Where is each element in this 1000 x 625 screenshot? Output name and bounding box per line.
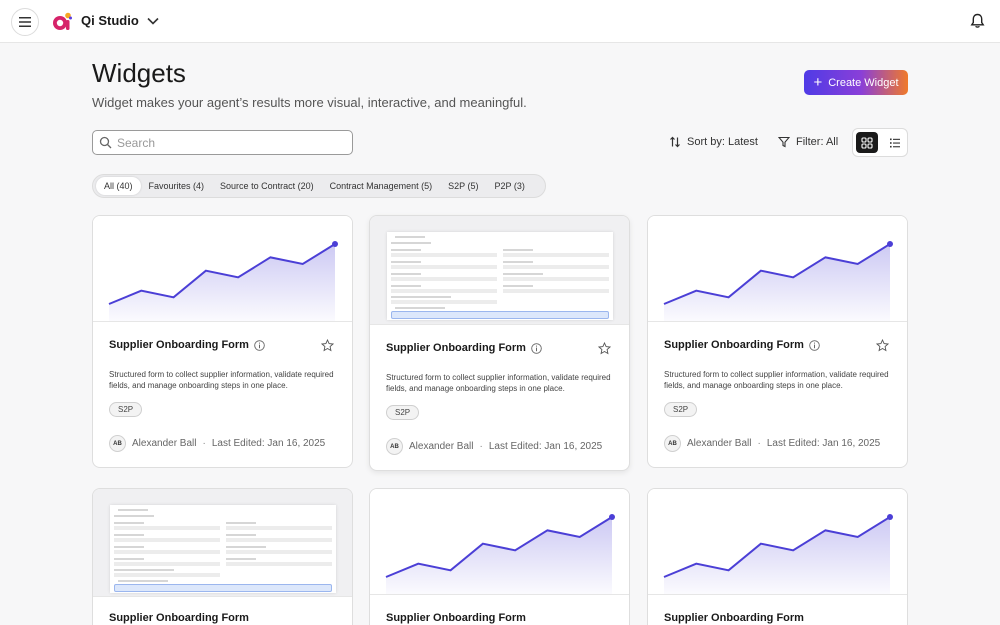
- widget-card[interactable]: Supplier Onboarding Form: [369, 488, 630, 625]
- author-name: Alexander Ball: [409, 441, 474, 452]
- card-title-text: Supplier Onboarding Form: [664, 612, 804, 624]
- chart-area-fill: [386, 517, 612, 594]
- separator-dot: ·: [757, 438, 761, 449]
- chevron-down-icon[interactable]: [146, 14, 160, 28]
- form-preview-thumbnail: [110, 505, 336, 593]
- card-title[interactable]: Supplier Onboarding Form: [109, 612, 249, 624]
- page-title: Widgets: [92, 58, 186, 88]
- separator-dot: ·: [479, 441, 483, 452]
- chart-area-fill: [109, 244, 335, 321]
- info-icon[interactable]: [809, 339, 820, 351]
- last-edited: Last Edited: Jan 16, 2025: [488, 441, 603, 452]
- grid-view-button[interactable]: [856, 132, 878, 153]
- author-name: Alexander Ball: [687, 438, 752, 449]
- card-title[interactable]: Supplier Onboarding Form: [664, 612, 804, 624]
- last-edited: Last Edited: Jan 16, 2025: [211, 438, 326, 449]
- category-tag: S2P: [664, 402, 698, 417]
- widget-thumbnail: [93, 216, 352, 322]
- chart-area-fill: [664, 517, 890, 594]
- menu-button[interactable]: [11, 8, 39, 36]
- filter-button[interactable]: Filter: All: [778, 136, 838, 148]
- create-widget-button[interactable]: + Create Widget: [804, 70, 908, 95]
- grid-icon: [861, 136, 873, 149]
- chart-end-point: [887, 514, 893, 520]
- last-edited: Last Edited: Jan 16, 2025: [766, 438, 881, 449]
- widget-card[interactable]: Supplier Onboarding Form Structured form…: [369, 215, 630, 471]
- card-title[interactable]: Supplier Onboarding Form: [386, 342, 542, 354]
- top-bar: Qi Studio: [0, 0, 1000, 43]
- avatar: AB: [386, 438, 403, 455]
- widget-thumbnail: [93, 489, 352, 597]
- plus-icon: +: [813, 73, 823, 91]
- tab-p2p[interactable]: P2P (3): [487, 177, 533, 195]
- tab-favourites[interactable]: Favourites (4): [141, 177, 213, 195]
- card-title[interactable]: Supplier Onboarding Form: [664, 339, 820, 351]
- tab-contract-management[interactable]: Contract Management (5): [322, 177, 441, 195]
- sort-button[interactable]: Sort by: Latest: [669, 136, 758, 148]
- app-title[interactable]: Qi Studio: [81, 13, 139, 28]
- card-description: Structured form to collect supplier info…: [664, 370, 889, 390]
- avatar: AB: [664, 435, 681, 452]
- widget-thumbnail: [370, 216, 629, 325]
- sort-label: Sort by: Latest: [687, 136, 758, 148]
- card-description: Structured form to collect supplier info…: [109, 370, 334, 390]
- line-chart-thumbnail: [385, 514, 615, 594]
- card-title-text: Supplier Onboarding Form: [386, 612, 526, 624]
- card-title-text: Supplier Onboarding Form: [386, 342, 526, 354]
- category-tag: S2P: [109, 402, 143, 417]
- hamburger-icon: [19, 17, 31, 27]
- widget-card[interactable]: Supplier Onboarding Form Structured form…: [647, 215, 908, 468]
- separator-dot: ·: [202, 438, 206, 449]
- tab-s2p[interactable]: S2P (5): [440, 177, 486, 195]
- list-icon: [890, 138, 900, 147]
- widget-thumbnail: [648, 216, 907, 322]
- tab-all[interactable]: All (40): [96, 177, 141, 195]
- tab-source-to-contract[interactable]: Source to Contract (20): [212, 177, 322, 195]
- search-box[interactable]: [92, 130, 353, 155]
- favourite-star-icon[interactable]: [321, 339, 334, 352]
- widget-card[interactable]: Supplier Onboarding Form: [647, 488, 908, 625]
- card-title[interactable]: Supplier Onboarding Form: [386, 612, 526, 624]
- list-view-button[interactable]: [884, 132, 906, 153]
- page-subtitle: Widget makes your agent’s results more v…: [92, 95, 527, 110]
- widget-thumbnail: [648, 489, 907, 595]
- avatar: AB: [109, 435, 126, 452]
- card-author: AB Alexander Ball · Last Edited: Jan 16,…: [109, 435, 325, 452]
- card-author: AB Alexander Ball · Last Edited: Jan 16,…: [664, 435, 880, 452]
- author-name: Alexander Ball: [132, 438, 197, 449]
- search-icon: [99, 136, 112, 149]
- card-title-text: Supplier Onboarding Form: [109, 339, 249, 351]
- qi-logo-icon[interactable]: [51, 11, 73, 32]
- widget-card[interactable]: Supplier Onboarding Form Structured form…: [92, 215, 353, 468]
- chart-end-point: [609, 514, 615, 520]
- category-tabs: All (40) Favourites (4) Source to Contra…: [92, 174, 546, 198]
- line-chart-thumbnail: [108, 241, 338, 321]
- widget-thumbnail: [370, 489, 629, 595]
- widget-card[interactable]: Supplier Onboarding Form: [92, 488, 353, 625]
- favourite-star-icon[interactable]: [598, 342, 611, 355]
- notification-bell-icon[interactable]: [970, 13, 985, 29]
- line-chart-thumbnail: [663, 514, 893, 594]
- form-preview-thumbnail: [387, 232, 613, 320]
- filter-label: Filter: All: [796, 136, 839, 148]
- card-title[interactable]: Supplier Onboarding Form: [109, 339, 265, 351]
- favourite-star-icon[interactable]: [876, 339, 889, 352]
- info-icon[interactable]: [254, 339, 265, 351]
- info-icon[interactable]: [531, 342, 542, 354]
- card-author: AB Alexander Ball · Last Edited: Jan 16,…: [386, 438, 602, 455]
- card-title-text: Supplier Onboarding Form: [109, 612, 249, 624]
- card-title-text: Supplier Onboarding Form: [664, 339, 804, 351]
- category-tag: S2P: [386, 405, 420, 420]
- card-description: Structured form to collect supplier info…: [386, 373, 611, 393]
- create-widget-label: Create Widget: [828, 76, 899, 89]
- search-input[interactable]: [117, 133, 342, 152]
- view-toggle: [852, 128, 908, 157]
- chart-area-fill: [664, 244, 890, 321]
- chart-end-point: [332, 241, 338, 247]
- sort-arrows-icon: [670, 136, 680, 148]
- line-chart-thumbnail: [663, 241, 893, 321]
- filter-funnel-icon: [778, 136, 790, 148]
- chart-end-point: [887, 241, 893, 247]
